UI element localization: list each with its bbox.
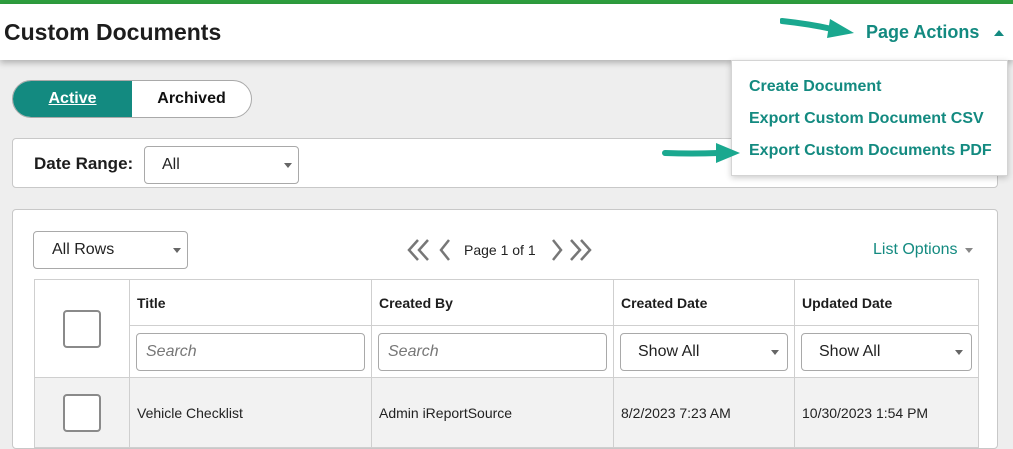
created-by-search-input[interactable] <box>378 332 607 371</box>
updated-date-select[interactable]: Show All <box>801 332 972 371</box>
title-search-input[interactable] <box>136 332 365 371</box>
caret-up-icon <box>994 29 1005 36</box>
row-title[interactable]: Vehicle Checklist <box>129 377 372 448</box>
list-options-button[interactable]: List Options <box>873 241 974 259</box>
document-list-panel: All Rows Page 1 of 1 List Options Title … <box>12 209 998 449</box>
export-pdf-menu-item[interactable]: Export Custom Documents PDF <box>749 142 992 160</box>
page-header: Custom Documents Page Actions <box>0 4 1013 60</box>
archived-tab[interactable]: Archived <box>132 81 251 117</box>
updated-date-filter-cell: Show All <box>794 325 979 378</box>
date-range-select[interactable]: All <box>144 146 299 184</box>
row-created-date: 8/2/2023 7:23 AM <box>613 377 795 448</box>
table-filter-row: Show All Show All <box>35 325 979 378</box>
documents-table: Title Created By Created Date Updated Da… <box>34 279 979 448</box>
table-header-row: Title Created By Created Date Updated Da… <box>34 279 979 378</box>
date-range-label: Date Range: <box>34 154 134 173</box>
pager: Page 1 of 1 <box>407 235 592 265</box>
chevron-down-icon <box>284 163 292 168</box>
column-header-created-by[interactable]: Created By <box>371 279 614 326</box>
column-header-updated-date[interactable]: Updated Date <box>794 279 979 326</box>
rows-select-value: All Rows <box>52 241 115 258</box>
chevron-down-icon <box>955 349 963 355</box>
active-tab[interactable]: Active <box>13 81 132 117</box>
arrow-right-icon <box>662 143 740 163</box>
row-created-by: Admin iReportSource <box>371 377 614 448</box>
table-row[interactable]: Vehicle Checklist Admin iReportSource 8/… <box>34 377 979 448</box>
created-date-select-value: Show All <box>638 342 700 360</box>
title-filter-cell <box>129 325 372 378</box>
page-actions-menu: Create Document Export Custom Document C… <box>731 60 1008 176</box>
create-document-menu-item[interactable]: Create Document <box>749 78 881 96</box>
column-header-created-date[interactable]: Created Date <box>613 279 795 326</box>
page-actions-label: Page Actions <box>866 22 980 42</box>
status-toggle: Active Archived <box>12 80 252 118</box>
updated-date-select-value: Show All <box>819 342 881 360</box>
created-by-filter-cell <box>371 325 614 378</box>
chevron-right-icon[interactable] <box>550 237 564 263</box>
row-select-cell <box>34 377 130 448</box>
column-header-title[interactable]: Title <box>129 279 372 326</box>
pager-text: Page 1 of 1 <box>464 242 536 258</box>
double-chevron-left-icon[interactable] <box>407 237 431 263</box>
row-updated-date: 10/30/2023 1:54 PM <box>794 377 979 448</box>
row-checkbox[interactable] <box>63 393 101 432</box>
arrow-right-icon <box>780 18 854 38</box>
created-date-select[interactable]: Show All <box>620 332 788 371</box>
chevron-left-icon[interactable] <box>438 237 452 263</box>
export-csv-menu-item[interactable]: Export Custom Document CSV <box>749 110 984 128</box>
page-actions-button[interactable]: Page Actions <box>866 22 1005 43</box>
chevron-down-icon <box>173 248 181 253</box>
chevron-down-icon <box>965 247 974 253</box>
double-chevron-right-icon[interactable] <box>568 237 592 263</box>
chevron-down-icon <box>771 349 779 355</box>
date-range-value: All <box>162 156 180 173</box>
select-all-cell <box>34 279 130 378</box>
rows-select[interactable]: All Rows <box>33 231 188 269</box>
list-options-label: List Options <box>873 241 958 258</box>
select-all-checkbox[interactable] <box>63 309 101 348</box>
page-title: Custom Documents <box>4 19 222 45</box>
created-date-filter-cell: Show All <box>613 325 795 378</box>
